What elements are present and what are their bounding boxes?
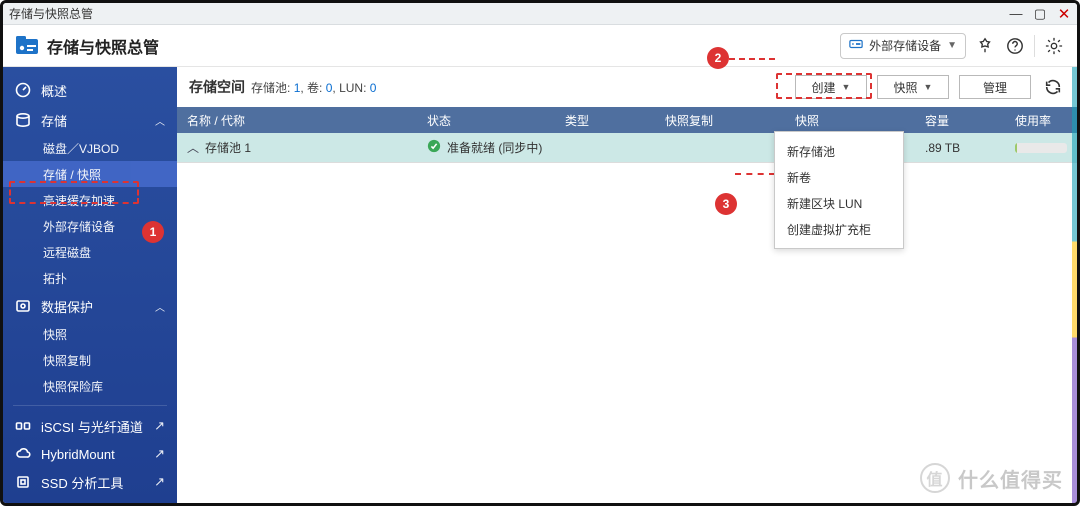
chevron-down-icon: ▼ [947,40,957,51]
sidebar-link-vjbod-cloud[interactable]: VJBOD Cloud ↗ [3,496,177,503]
close-button[interactable]: ✕ [1057,7,1071,21]
caret-down-icon: ▼ [842,82,851,92]
col-name[interactable]: 名称 / 代称 [177,107,417,133]
snapshot-dropdown-button[interactable]: 快照▼ [877,75,949,99]
tips-icon[interactable] [974,35,996,57]
annotation-marker: 1 [142,221,164,243]
page-title: 存储空间 [189,77,245,97]
menu-new-pool[interactable]: 新存储池 [775,138,903,164]
app-title: 存储与快照总管 [47,34,159,58]
chip-icon [15,474,31,490]
sidebar-group-data-protection[interactable]: 数据保护 ︿ [3,291,177,321]
caret-down-icon: ▼ [924,82,933,92]
sidebar: 概述 存储 ︿ 磁盘／VJBOD 存储 / 快照 高速缓存加速 外部存储设备 远… [3,67,177,503]
col-size[interactable]: 容量 [915,107,1005,133]
sidebar-link-ssd-analysis[interactable]: SSD 分析工具 ↗ [3,468,177,496]
help-icon[interactable] [1004,35,1026,57]
sidebar-item-cache-accel[interactable]: 高速缓存加速 [3,187,177,213]
col-status[interactable]: 状态 [417,107,555,133]
sidebar-link-iscsi[interactable]: iSCSI 与光纤通道 ↗ [3,412,177,440]
annotation-marker: 3 [715,193,737,215]
sidebar-item-snapshot-vault[interactable]: 快照保险库 [3,373,177,399]
window-title: 存储与快照总管 [9,5,93,22]
sidebar-group-storage[interactable]: 存储 ︿ [3,105,177,135]
col-type[interactable]: 类型 [555,107,655,133]
menu-new-virtual-expansion[interactable]: 创建虚拟扩充柜 [775,216,903,242]
external-link-icon: ↗ [154,474,165,490]
gauge-icon [15,82,31,98]
annotation-arrow [735,173,775,175]
menu-new-volume[interactable]: 新卷 [775,164,903,190]
annotation-marker: 2 [707,47,729,69]
status-text: 准备就绪 (同步中) [447,139,542,156]
maximize-button[interactable]: ▢ [1033,7,1047,21]
usage-bar [1015,143,1067,153]
disk-icon [15,112,31,128]
pool-name: 存储池 1 [205,139,251,156]
stack-icon [15,502,31,503]
expand-caret-icon[interactable]: ︿ [187,139,199,156]
manage-button[interactable]: 管理 [959,75,1031,99]
sidebar-link-hybridmount[interactable]: HybridMount ↗ [3,440,177,468]
sidebar-item-snapshot[interactable]: 快照 [3,321,177,347]
col-usage[interactable]: 使用率 [1005,107,1077,133]
col-snapshot[interactable]: 快照 [785,107,915,133]
sidebar-group-overview[interactable]: 概述 [3,75,177,105]
create-dropdown-button[interactable]: 创建▼ [795,75,867,99]
hdd-icon [849,37,863,54]
sidebar-item-disk-vjbod[interactable]: 磁盘／VJBOD [3,135,177,161]
titlebar: 存储与快照总管 — ▢ ✕ [3,3,1077,25]
refresh-button[interactable] [1041,75,1065,99]
table-header: 名称 / 代称 状态 类型 快照复制 快照 容量 使用率 [177,107,1077,133]
sidebar-item-storage-snapshot[interactable]: 存储 / 快照 [3,161,177,187]
menu-new-block-lun[interactable]: 新建区块 LUN [775,190,903,216]
minimize-button[interactable]: — [1009,7,1023,21]
create-dropdown-menu: 新存储池 新卷 新建区块 LUN 创建虚拟扩充柜 [774,131,904,249]
cloud-icon [15,446,31,462]
status-ok-icon [427,139,441,156]
app-icon [15,35,39,57]
ports-icon [15,418,31,434]
col-replication[interactable]: 快照复制 [655,107,785,133]
table-row[interactable]: ︿ 存储池 1 准备就绪 (同步中) .89 TB [177,133,1077,163]
right-color-strip [1072,67,1077,503]
settings-gear-icon[interactable] [1043,35,1065,57]
app-header: 存储与快照总管 外部存储设备 ▼ [3,25,1077,67]
sidebar-item-snapshot-replica[interactable]: 快照复制 [3,347,177,373]
size-value: .89 TB [925,141,960,155]
sidebar-item-topology[interactable]: 拓扑 [3,265,177,291]
shield-icon [15,298,31,314]
stats-summary: 存储池: 1, 卷: 0, LUN: 0 [251,79,376,96]
chevron-up-icon: ︿ [155,299,165,314]
chevron-up-icon: ︿ [155,113,165,128]
watermark: 值 什么值得买 [920,463,1063,493]
external-link-icon: ↗ [154,502,165,503]
external-storage-dropdown[interactable]: 外部存储设备 ▼ [840,33,966,59]
external-link-icon: ↗ [154,418,165,434]
external-link-icon: ↗ [154,446,165,462]
main-panel: 存储空间 存储池: 1, 卷: 0, LUN: 0 创建▼ 快照▼ 管理 [177,67,1077,503]
